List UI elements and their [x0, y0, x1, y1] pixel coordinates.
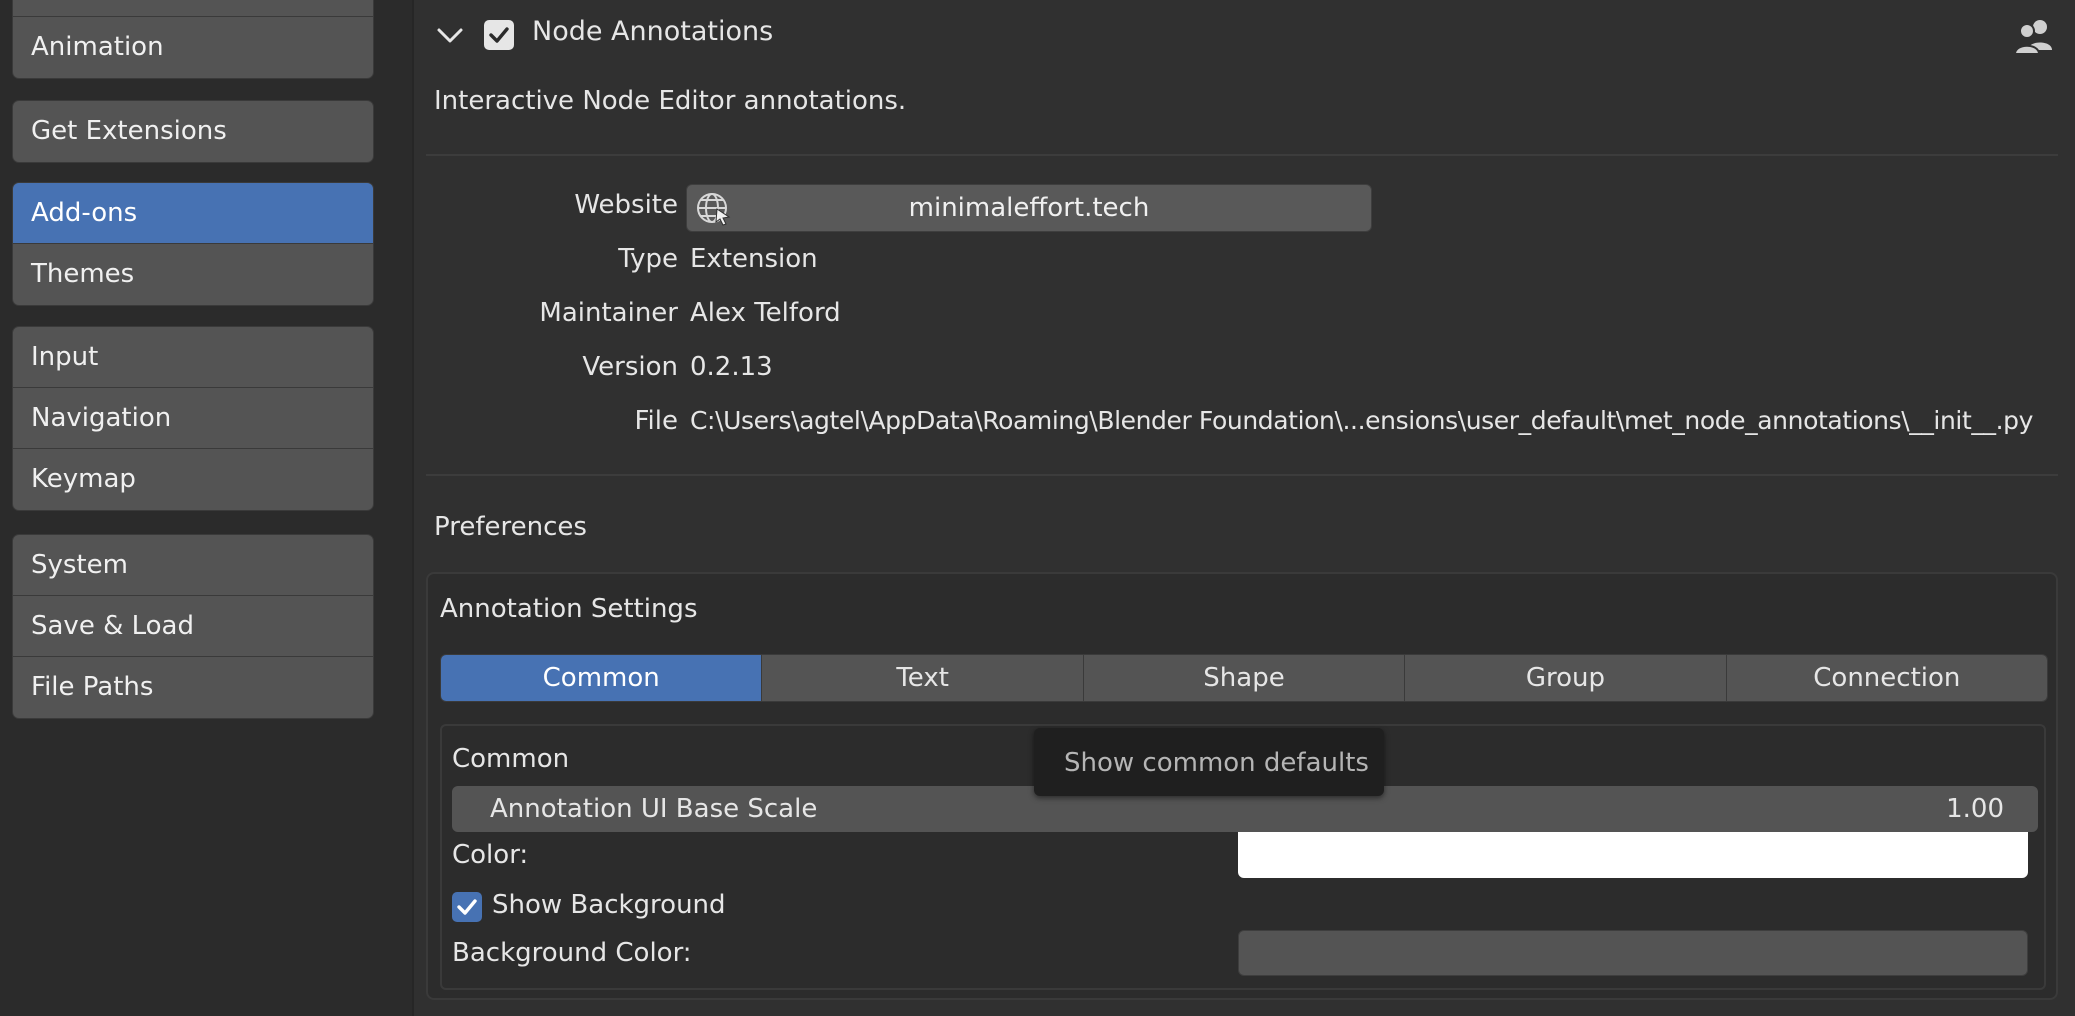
website-label: Website	[574, 190, 678, 220]
color-label: Color:	[452, 840, 529, 870]
sidebar-item-hidden-top[interactable]	[13, 0, 373, 17]
annotation-settings-heading: Annotation Settings	[440, 594, 698, 624]
base-scale-label: Annotation UI Base Scale	[490, 794, 818, 824]
preferences-heading: Preferences	[434, 512, 587, 542]
tooltip-text: Show common defaults	[1064, 748, 1369, 778]
divider	[426, 474, 2058, 476]
show-background-label[interactable]: Show Background	[492, 890, 726, 920]
show-background-checkbox[interactable]	[452, 892, 482, 922]
addon-panel: Node Annotations Interactive Node Editor…	[414, 0, 2074, 1016]
sidebar-item-navigation[interactable]: Navigation	[13, 388, 373, 449]
settings-tabs: Common Text Shape Group Connection	[440, 654, 2048, 702]
sidebar-item-system[interactable]: System	[13, 535, 373, 596]
sidebar-group-input: Input Navigation Keymap	[12, 326, 374, 511]
type-label: Type	[618, 244, 678, 274]
sidebar-item-save-load[interactable]: Save & Load	[13, 596, 373, 657]
sidebar-group-system: System Save & Load File Paths	[12, 534, 374, 719]
sidebar-group-extensions: Get Extensions	[12, 100, 374, 163]
maintainer-label: Maintainer	[539, 298, 678, 328]
preferences-sidebar: Animation Get Extensions Add-ons Themes …	[0, 0, 412, 1016]
tab-shape[interactable]: Shape	[1083, 655, 1406, 701]
users-icon	[2013, 16, 2054, 60]
type-value: Extension	[690, 244, 818, 274]
sidebar-item-addons[interactable]: Add-ons	[13, 183, 373, 244]
sidebar-item-input[interactable]: Input	[13, 327, 373, 388]
version-value: 0.2.13	[690, 352, 773, 382]
sidebar-item-keymap[interactable]: Keymap	[13, 449, 373, 510]
tab-connection[interactable]: Connection	[1726, 655, 2047, 701]
common-heading: Common	[452, 744, 570, 774]
chevron-down-icon[interactable]	[436, 18, 464, 56]
addon-title: Node Annotations	[532, 16, 774, 47]
file-label: File	[634, 406, 678, 436]
tab-group[interactable]: Group	[1405, 655, 1727, 701]
addon-description: Interactive Node Editor annotations.	[434, 86, 907, 116]
website-button[interactable]: minimaleffort.tech	[686, 184, 1372, 232]
background-color-swatch[interactable]	[1238, 930, 2028, 976]
website-value: minimaleffort.tech	[908, 193, 1150, 223]
tooltip: Show common defaults	[1034, 728, 1384, 796]
sidebar-item-animation[interactable]: Animation	[13, 17, 373, 78]
color-swatch[interactable]	[1238, 832, 2028, 878]
tab-common[interactable]: Common	[441, 655, 763, 701]
maintainer-value: Alex Telford	[690, 298, 841, 328]
tab-text[interactable]: Text	[762, 655, 1084, 701]
sidebar-group-addons: Add-ons Themes	[12, 182, 374, 306]
sidebar-item-themes[interactable]: Themes	[13, 244, 373, 305]
sidebar-group-animation: Animation	[12, 0, 374, 79]
file-value: C:\Users\agtel\AppData\Roaming\Blender F…	[690, 406, 2033, 435]
version-label: Version	[582, 352, 678, 382]
sidebar-item-get-extensions[interactable]: Get Extensions	[13, 101, 373, 162]
addon-enabled-checkbox[interactable]	[484, 20, 514, 50]
base-scale-value: 1.00	[1946, 794, 2004, 824]
addon-panel-area: Node Annotations Interactive Node Editor…	[412, 0, 2075, 1016]
divider	[426, 154, 2058, 156]
sidebar-item-file-paths[interactable]: File Paths	[13, 657, 373, 718]
background-color-label: Background Color:	[452, 938, 692, 968]
